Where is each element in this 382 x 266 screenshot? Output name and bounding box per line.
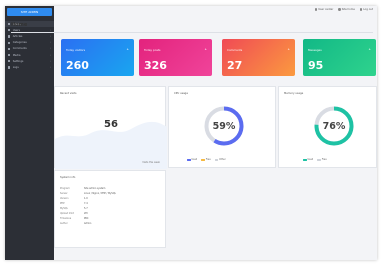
sidebar-item-label: Settings <box>12 59 24 63</box>
stat-label: Comments <box>227 48 243 52</box>
info-row: Server Linux / Nginx / PHP / MySQL <box>60 192 116 195</box>
brand-logo[interactable]: SITE ADMIN <box>7 8 52 16</box>
sidebar-item-label: Categories <box>12 41 27 45</box>
system-info-card: System info Program Site admin system Ser… <box>54 170 166 248</box>
gear-icon <box>8 60 11 63</box>
stat-value: 27 <box>227 59 243 72</box>
sidebar: SITE ADMIN Home Users › Articles › Categor… <box>5 6 54 260</box>
legend-item: Free <box>201 158 211 161</box>
stat-card-messages[interactable]: Messages + 95 <box>303 39 376 76</box>
info-row: Program Site admin system <box>60 187 106 190</box>
chevron-right-icon: › <box>49 65 51 69</box>
card-title: System info <box>60 176 76 179</box>
card-title: CPU usage <box>174 92 188 95</box>
sidebar-item-label: Media <box>12 53 21 57</box>
home-icon <box>338 8 341 11</box>
link-label: Log out <box>363 8 373 11</box>
visits-footer: Visits this week <box>142 161 160 164</box>
sidebar-nav: Home Users › Articles › Categories › Commen… <box>5 21 54 71</box>
logout-link[interactable]: Log out <box>359 8 373 11</box>
chevron-right-icon: › <box>49 34 51 38</box>
title-divider <box>11 32 373 33</box>
stat-card-visitors[interactable]: Today visitors + 260 <box>61 39 134 76</box>
legend-item: Other <box>214 158 226 161</box>
stat-label: Today visitors <box>66 48 86 52</box>
memory-donut: 76% <box>313 105 355 147</box>
chevron-right-icon: › <box>49 47 51 51</box>
stat-badge: + <box>204 47 207 51</box>
info-row: Upload limit 2M <box>60 212 88 215</box>
sidebar-item-label: Comments <box>12 47 27 51</box>
sidebar-item-logs[interactable]: Logs › <box>5 64 54 70</box>
info-row: MySQL 5.7 <box>60 207 88 210</box>
stat-value: 326 <box>144 59 167 72</box>
stat-badge: + <box>126 47 129 51</box>
memory-legend: Used Free <box>303 158 327 161</box>
info-row: Author Admin <box>60 222 92 225</box>
visits-card: Recent visits 56 Visits this week <box>54 86 167 169</box>
stat-badge: + <box>287 47 290 51</box>
comment-icon <box>8 47 11 50</box>
topbar-links: User center Site home Log out <box>314 8 373 11</box>
cpu-percent: 59% <box>212 120 236 132</box>
cpu-donut: 59% <box>203 105 245 147</box>
chevron-right-icon: › <box>49 53 51 57</box>
user-icon <box>314 8 318 11</box>
legend-item: Free <box>317 158 327 161</box>
user-icon <box>8 29 11 32</box>
stat-badge: + <box>368 47 371 51</box>
home-icon <box>8 23 11 26</box>
card-title: Memory usage <box>284 92 304 95</box>
stat-label: Today posts <box>144 48 161 52</box>
sidebar-item-label: Logs <box>12 65 19 69</box>
card-title: Recent visits <box>60 92 77 95</box>
site-home-link[interactable]: Site home <box>338 8 355 11</box>
sidebar-item-label: Articles <box>12 34 23 38</box>
stat-value: 95 <box>308 59 324 72</box>
folder-icon <box>8 41 11 44</box>
stat-label: Messages <box>308 48 322 52</box>
chevron-right-icon: › <box>49 59 51 63</box>
stat-card-comments[interactable]: Comments + 27 <box>222 39 295 76</box>
memory-card: Memory usage 76% Used Free <box>278 86 377 168</box>
list-icon <box>8 66 11 69</box>
page-title: Home <box>11 22 28 28</box>
user-center-link[interactable]: User center <box>314 8 334 11</box>
link-label: Site home <box>341 8 355 11</box>
image-icon <box>8 53 11 57</box>
logout-icon <box>359 8 363 11</box>
info-row: Timezone PRC <box>60 217 89 220</box>
document-icon <box>8 35 11 38</box>
visits-value: 56 <box>104 119 118 130</box>
info-row: Version 1.0 <box>60 197 88 200</box>
legend-item: Used <box>187 158 197 161</box>
chevron-right-icon: › <box>49 41 51 45</box>
cpu-card: CPU usage 59% Used Free Other <box>168 86 276 168</box>
topbar: User center Site home Log out <box>54 6 377 18</box>
link-label: User center <box>318 8 334 11</box>
app-window: SITE ADMIN Home Users › Articles › Categor… <box>5 6 377 260</box>
legend-item: Used <box>303 158 313 161</box>
stat-value: 260 <box>66 59 89 72</box>
cpu-legend: Used Free Other <box>187 158 226 161</box>
visits-area-chart <box>55 121 167 169</box>
stat-card-posts[interactable]: Today posts + 326 <box>139 39 212 76</box>
info-row: PHP 7.4 <box>60 202 88 205</box>
memory-percent: 76% <box>322 120 346 132</box>
